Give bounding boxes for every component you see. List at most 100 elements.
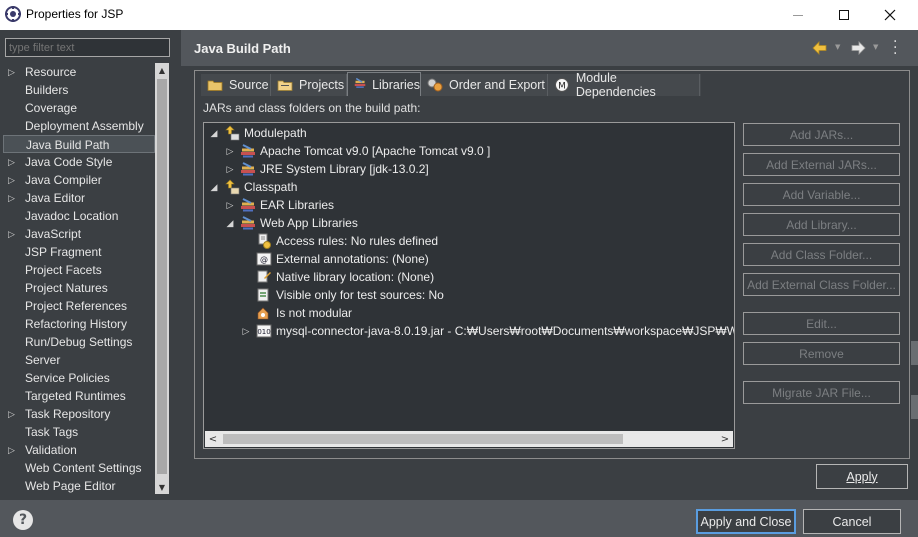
tree-node[interactable]: ▷ EAR Libraries: [204, 196, 734, 214]
remove-button[interactable]: Remove: [743, 342, 900, 365]
nav-item-label: Task Tags: [25, 425, 79, 439]
tab-order-and-export[interactable]: Order and Export: [421, 74, 548, 96]
apply-and-close-button[interactable]: Apply and Close: [696, 509, 796, 534]
nav-item[interactable]: ▷ Validation: [3, 441, 155, 459]
order-export-icon: [427, 77, 443, 93]
native-library-icon: [256, 269, 272, 285]
expand-arrow-icon[interactable]: ▷: [8, 63, 18, 81]
expand-arrow-icon[interactable]: ▷: [8, 405, 18, 423]
nav-item[interactable]: ▷ Java Compiler: [3, 171, 155, 189]
filter-input[interactable]: [5, 38, 170, 57]
nav-item[interactable]: Project References: [3, 297, 155, 315]
expand-arrow-icon[interactable]: ▷: [8, 171, 18, 189]
window-titlebar: Properties for JSP: [0, 0, 918, 30]
nav-tree: ▷ Resource Builders Coverage Deployment Asse…: [3, 63, 155, 523]
tree-node[interactable]: Access rules: No rules defined: [204, 232, 734, 250]
collapse-twisty-icon[interactable]: ◢: [208, 124, 220, 142]
nav-item[interactable]: ▷ Java Code Style: [3, 153, 155, 171]
add-library-button[interactable]: Add Library...: [743, 213, 900, 236]
expand-arrow-icon[interactable]: ▷: [8, 153, 18, 171]
nav-item[interactable]: Task Tags: [3, 423, 155, 441]
nav-item[interactable]: Deployment Assembly: [3, 117, 155, 135]
scroll-left-icon[interactable]: <: [205, 431, 221, 447]
window-edge: [911, 341, 918, 365]
expand-twisty-icon[interactable]: ▷: [224, 196, 236, 214]
nav-item-label: Web Page Editor: [25, 479, 116, 493]
nav-item[interactable]: ▷ JavaScript: [3, 225, 155, 243]
build-path-tree[interactable]: ▷ 010 mysql-connector-java-8.0.19.jar - C:…: [203, 122, 735, 449]
nav-scrollbar[interactable]: ▲ ▼: [155, 63, 169, 494]
tree-node[interactable]: ▷ JRE System Library [jdk-13.0.2]: [204, 160, 734, 178]
add-external-class-folder-button[interactable]: Add External Class Folder...: [743, 273, 900, 296]
back-arrow-icon[interactable]: [811, 39, 829, 57]
edit-button[interactable]: Edit...: [743, 312, 900, 335]
nav-item[interactable]: Run/Debug Settings: [3, 333, 155, 351]
tree-node[interactable]: Native library location: (None): [204, 268, 734, 286]
tree-node[interactable]: ▷ 010 mysql-connector-java-8.0.19.jar - C:…: [204, 322, 734, 340]
tree-node[interactable]: ◢ Modulepath: [204, 124, 734, 142]
nav-item[interactable]: ▷ Resource: [3, 63, 155, 81]
tab-libraries[interactable]: Libraries: [347, 72, 421, 96]
nav-item[interactable]: Coverage: [3, 99, 155, 117]
nav-item[interactable]: Javadoc Location: [3, 207, 155, 225]
forward-arrow-icon[interactable]: [849, 39, 867, 57]
page-title: Java Build Path: [194, 41, 291, 56]
nav-item[interactable]: Web Page Editor: [3, 477, 155, 495]
projects-icon: [277, 77, 293, 93]
add-class-folder-button[interactable]: Add Class Folder...: [743, 243, 900, 266]
expand-arrow-icon[interactable]: ▷: [8, 441, 18, 459]
nav-item[interactable]: Targeted Runtimes: [3, 387, 155, 405]
nav-item[interactable]: Refactoring History: [3, 315, 155, 333]
expand-twisty-icon[interactable]: ▷: [224, 160, 236, 178]
nav-item[interactable]: Service Policies: [3, 369, 155, 387]
migrate-jar-file-button[interactable]: Migrate JAR File...: [743, 381, 900, 404]
expand-arrow-icon[interactable]: ▷: [8, 225, 18, 243]
cancel-button[interactable]: Cancel: [803, 509, 901, 534]
tab-label: Order and Export: [449, 78, 545, 92]
scroll-down-icon[interactable]: ▼: [155, 480, 169, 494]
scroll-up-icon[interactable]: ▲: [155, 63, 169, 77]
minimize-button[interactable]: [775, 0, 821, 30]
tab-source[interactable]: Source: [201, 74, 271, 96]
svg-text:010: 010: [257, 328, 270, 336]
nav-item[interactable]: Java Build Path: [3, 135, 155, 153]
forward-menu-icon[interactable]: ▼: [873, 43, 878, 51]
nav-item[interactable]: ▷ Task Repository: [3, 405, 155, 423]
nav-item-label: Service Policies: [25, 371, 110, 385]
nav-item[interactable]: Server: [3, 351, 155, 369]
nav-item[interactable]: JSP Fragment: [3, 243, 155, 261]
apply-button[interactable]: Apply: [816, 464, 908, 489]
collapse-twisty-icon[interactable]: ◢: [208, 178, 220, 196]
scrollbar-thumb[interactable]: [157, 79, 167, 474]
add-variable-button[interactable]: Add Variable...: [743, 183, 900, 206]
nav-item[interactable]: Web Content Settings: [3, 459, 155, 477]
add-external-jars-button[interactable]: Add External JARs...: [743, 153, 900, 176]
expand-arrow-icon[interactable]: ▷: [8, 189, 18, 207]
scroll-right-icon[interactable]: >: [717, 431, 733, 447]
tree-node[interactable]: ◢ Classpath: [204, 178, 734, 196]
tree-hscrollbar[interactable]: < >: [205, 431, 733, 447]
maximize-button[interactable]: [821, 0, 867, 30]
back-menu-icon[interactable]: ▼: [835, 43, 840, 51]
nav-item[interactable]: Project Natures: [3, 279, 155, 297]
expand-twisty-icon[interactable]: ▷: [240, 322, 252, 340]
tree-node-label: Classpath: [244, 180, 298, 194]
collapse-twisty-icon[interactable]: ◢: [224, 214, 236, 232]
tree-node[interactable]: Visible only for test sources: No: [204, 286, 734, 304]
tab-module-dependencies[interactable]: M Module Dependencies: [548, 71, 700, 99]
tree-node[interactable]: ◢ Web App Libraries: [204, 214, 734, 232]
close-button[interactable]: [867, 0, 913, 30]
tab-projects[interactable]: Projects: [271, 74, 347, 96]
tree-node[interactable]: ▷ Apache Tomcat v9.0 [Apache Tomcat v9.0 …: [204, 142, 734, 160]
tree-node[interactable]: @ External annotations: (None): [204, 250, 734, 268]
expand-twisty-icon[interactable]: ▷: [224, 142, 236, 160]
nav-item[interactable]: Project Facets: [3, 261, 155, 279]
tree-node[interactable]: Is not modular: [204, 304, 734, 322]
tree-node-label: JRE System Library [jdk-13.0.2]: [260, 162, 429, 176]
view-menu-icon[interactable]: · · ·: [893, 35, 897, 61]
nav-item[interactable]: Builders: [3, 81, 155, 99]
hscroll-thumb[interactable]: [223, 434, 623, 444]
add-jars-button[interactable]: Add JARs...: [743, 123, 900, 146]
nav-item[interactable]: ▷ Java Editor: [3, 189, 155, 207]
help-icon[interactable]: ?: [13, 510, 33, 530]
